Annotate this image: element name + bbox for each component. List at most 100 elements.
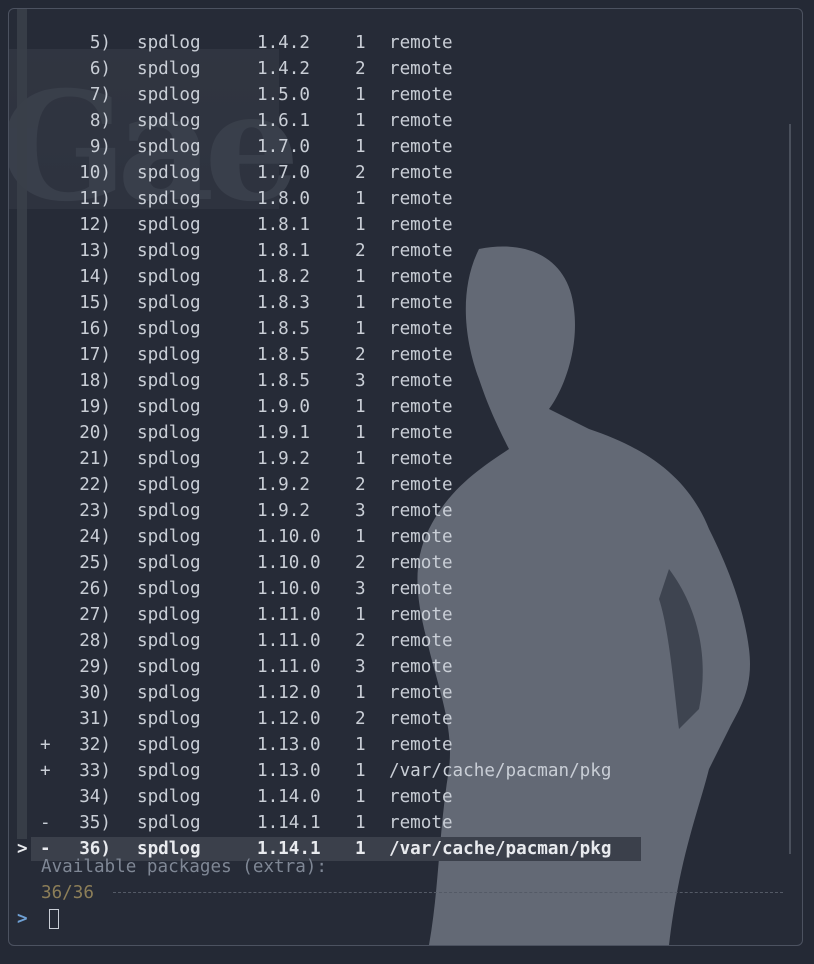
item-release: 1: [355, 215, 366, 235]
item-number: 9): [89, 137, 111, 157]
item-number: 16): [79, 319, 111, 339]
item-number: 11): [79, 189, 111, 209]
item-name: spdlog: [137, 293, 201, 313]
list-header: Available packages (extra):: [41, 857, 327, 877]
item-name: spdlog: [137, 319, 201, 339]
item-version: 1.11.0: [257, 657, 321, 677]
item-source: remote: [389, 709, 453, 729]
item-name: spdlog: [137, 137, 201, 157]
item-name: spdlog: [137, 527, 201, 547]
item-version: 1.9.2: [257, 501, 310, 521]
item-source: remote: [389, 813, 453, 833]
item-release: 1: [355, 761, 366, 781]
item-number: 29): [79, 657, 111, 677]
item-source: remote: [389, 111, 453, 131]
item-number: 15): [79, 293, 111, 313]
item-version: 1.7.0: [257, 137, 310, 157]
item-version: 1.10.0: [257, 579, 321, 599]
item-number: 13): [79, 241, 111, 261]
item-name: spdlog: [137, 241, 201, 261]
item-release: 3: [355, 501, 366, 521]
item-release: 2: [355, 631, 366, 651]
item-source: remote: [389, 241, 453, 261]
item-source: remote: [389, 787, 453, 807]
item-version: 1.14.1: [257, 813, 321, 833]
item-source: remote: [389, 371, 453, 391]
item-source: remote: [389, 33, 453, 53]
item-source: remote: [389, 735, 453, 755]
item-source: remote: [389, 423, 453, 443]
item-number: 6): [89, 59, 111, 79]
item-release: 3: [355, 579, 366, 599]
item-source: /var/cache/pacman/pkg: [389, 839, 612, 859]
item-version: 1.5.0: [257, 85, 310, 105]
item-name: spdlog: [137, 605, 201, 625]
item-release: 1: [355, 787, 366, 807]
item-name: spdlog: [137, 189, 201, 209]
item-release: 2: [355, 241, 366, 261]
item-version: 1.8.2: [257, 267, 310, 287]
item-release: 1: [355, 735, 366, 755]
item-number: 14): [79, 267, 111, 287]
item-version: 1.8.1: [257, 215, 310, 235]
item-name: spdlog: [137, 59, 201, 79]
item-name: spdlog: [137, 423, 201, 443]
item-source: /var/cache/pacman/pkg: [389, 761, 612, 781]
item-version: 1.11.0: [257, 631, 321, 651]
item-release: 1: [355, 813, 366, 833]
item-release: 3: [355, 657, 366, 677]
item-source: remote: [389, 553, 453, 573]
item-release: 2: [355, 553, 366, 573]
item-source: remote: [389, 631, 453, 651]
item-source: remote: [389, 293, 453, 313]
item-mark: +: [40, 761, 51, 781]
prompt-row[interactable]: >: [17, 906, 59, 932]
item-number: 19): [79, 397, 111, 417]
item-version: 1.8.3: [257, 293, 310, 313]
item-version: 1.8.5: [257, 319, 310, 339]
item-source: remote: [389, 527, 453, 547]
item-source: remote: [389, 267, 453, 287]
item-number: 8): [89, 111, 111, 131]
item-release: 1: [355, 111, 366, 131]
item-name: spdlog: [137, 111, 201, 131]
text-cursor[interactable]: [49, 909, 59, 929]
item-mark: -: [40, 813, 51, 833]
terminal-window: Gae 5) spdlog 1.4.2 1 remote 6) spdlog 1.4.2 2 re…: [8, 8, 803, 946]
item-source: remote: [389, 137, 453, 157]
item-version: 1.4.2: [257, 59, 310, 79]
item-release: 1: [355, 527, 366, 547]
left-gutter: [17, 9, 27, 839]
item-release: 1: [355, 319, 366, 339]
item-name: spdlog: [137, 761, 201, 781]
item-release: 1: [355, 189, 366, 209]
item-version: 1.9.2: [257, 475, 310, 495]
item-name: spdlog: [137, 397, 201, 417]
item-name: spdlog: [137, 267, 201, 287]
item-name: spdlog: [137, 449, 201, 469]
counter-separator: [113, 892, 783, 893]
item-release: 1: [355, 449, 366, 469]
item-name: spdlog: [137, 631, 201, 651]
item-version: 1.8.5: [257, 345, 310, 365]
item-name: spdlog: [137, 709, 201, 729]
item-source: remote: [389, 397, 453, 417]
item-version: 1.13.0: [257, 735, 321, 755]
item-version: 1.13.0: [257, 761, 321, 781]
item-release: 1: [355, 397, 366, 417]
item-source: remote: [389, 501, 453, 521]
item-release: 1: [355, 267, 366, 287]
item-release: 1: [355, 137, 366, 157]
item-number: 12): [79, 215, 111, 235]
item-name: spdlog: [137, 735, 201, 755]
item-release: 1: [355, 839, 366, 859]
item-number: 18): [79, 371, 111, 391]
item-release: 1: [355, 33, 366, 53]
item-name: spdlog: [137, 813, 201, 833]
item-version: 1.8.0: [257, 189, 310, 209]
item-mark: +: [40, 735, 51, 755]
item-name: spdlog: [137, 553, 201, 573]
item-version: 1.8.5: [257, 371, 310, 391]
scrollbar[interactable]: [789, 124, 791, 854]
match-counter: 36/36: [41, 883, 94, 903]
